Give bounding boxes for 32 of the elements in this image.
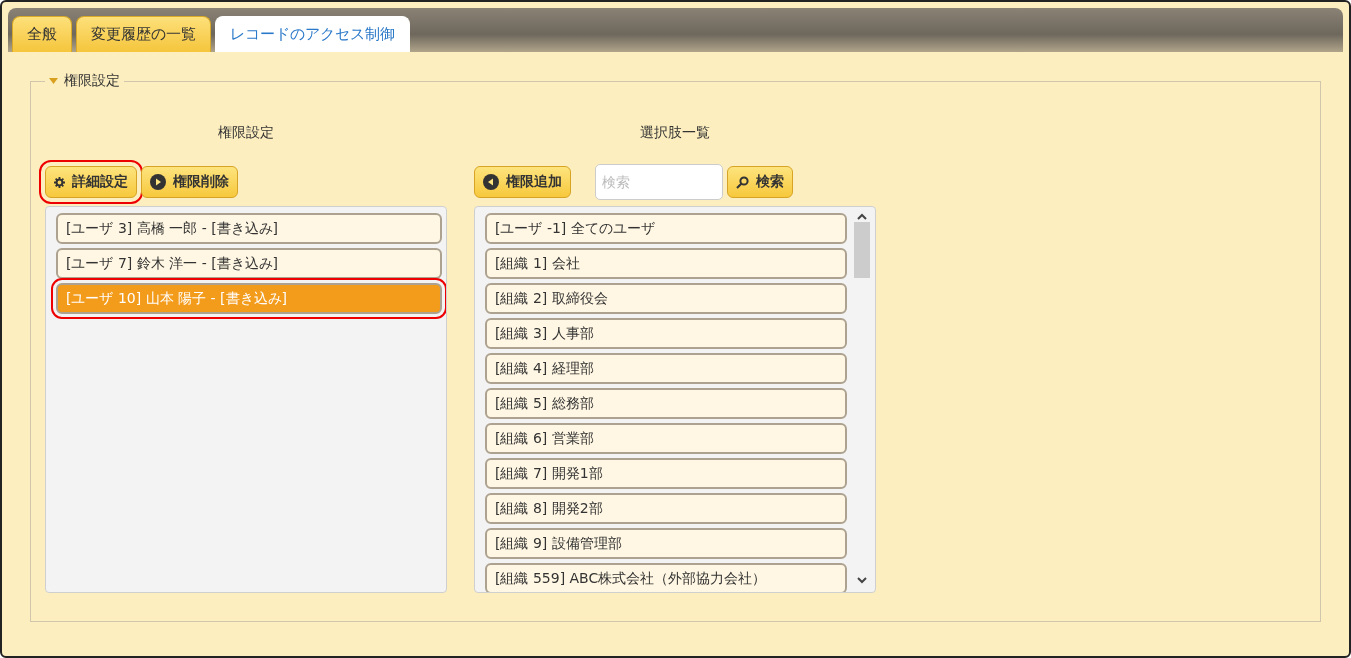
list-item[interactable]: [ユーザ -1] 全てのユーザ (485, 213, 847, 244)
search-button[interactable]: 検索 (727, 166, 793, 198)
tab[interactable]: 全般 (12, 16, 72, 52)
toolbar-button[interactable]: 権限削除 (141, 166, 238, 198)
scroll-thumb[interactable] (854, 222, 870, 278)
left-circle-icon (483, 174, 499, 190)
search-icon (736, 175, 749, 189)
gear-icon (54, 176, 65, 188)
list-item[interactable]: [組織 6] 営業部 (485, 423, 847, 454)
tab[interactable]: レコードのアクセス制御 (215, 16, 410, 52)
list-item[interactable]: [組織 4] 経理部 (485, 353, 847, 384)
list-item[interactable]: [組織 9] 設備管理部 (485, 528, 847, 559)
list-item[interactable]: [組織 8] 開発2部 (485, 493, 847, 524)
play-circle-icon (150, 174, 166, 190)
list-item[interactable]: [組織 5] 総務部 (485, 388, 847, 419)
list-item[interactable]: [組織 559] ABC株式会社（外部協力会社） (485, 563, 847, 592)
list-item[interactable]: [ユーザ 3] 高橋 一郎 - [書き込み] (56, 213, 442, 244)
chevron-up-icon (857, 213, 867, 220)
search-field[interactable]: 検索 (595, 164, 723, 200)
list-item[interactable]: [組織 1] 会社 (485, 248, 847, 279)
list-item[interactable]: [組織 3] 人事部 (485, 318, 847, 349)
chevron-down-icon (857, 577, 867, 584)
list-item[interactable]: [組織 2] 取締役会 (485, 283, 847, 314)
add-button[interactable]: 権限追加 (474, 166, 571, 198)
list-item[interactable]: [ユーザ 7] 鈴木 洋一 - [書き込み] (56, 248, 442, 279)
tab[interactable]: 変更履歴の一覧 (76, 16, 211, 52)
column-heading: 権限設定 (218, 124, 274, 142)
list-item[interactable]: [組織 7] 開発1部 (485, 458, 847, 489)
caret-down-icon (49, 77, 58, 85)
column-heading: 選択肢一覧 (640, 124, 710, 142)
section-toggle[interactable]: 権限設定 (45, 72, 124, 90)
section-title: 権限設定 (64, 72, 120, 90)
